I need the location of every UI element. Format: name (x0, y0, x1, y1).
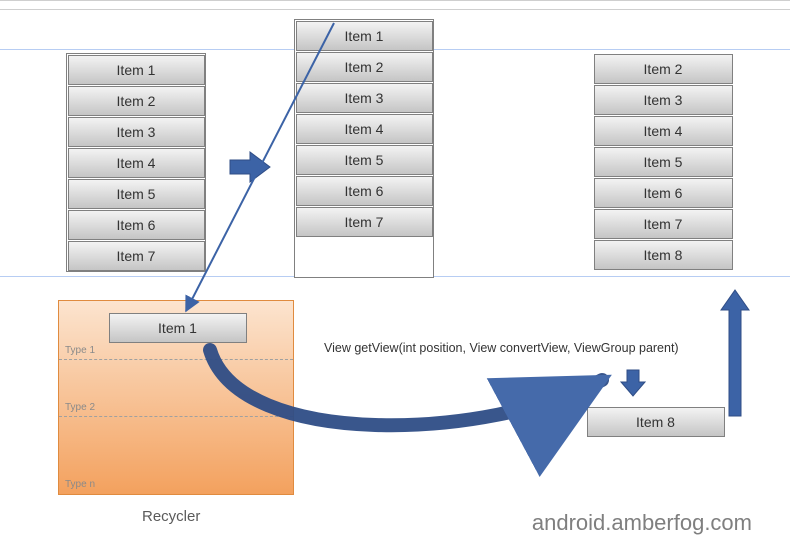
arrow-right-icon (228, 150, 272, 184)
new-item: Item 8 (587, 407, 725, 437)
list-after: Item 2 Item 3 Item 4 Item 5 Item 6 Item … (593, 53, 733, 270)
list-item: Item 1 (296, 21, 433, 51)
list-item: Item 6 (296, 176, 433, 206)
list-item: Item 4 (68, 148, 205, 178)
list-item: Item 3 (594, 85, 733, 115)
list-item: Item 6 (594, 178, 733, 208)
recycler-type-label: Type n (65, 479, 95, 490)
list-item: Item 8 (594, 240, 733, 270)
list-before: Item 1 Item 2 Item 3 Item 4 Item 5 Item … (66, 53, 206, 272)
list-item: Item 4 (594, 116, 733, 146)
recycler-divider (59, 359, 293, 360)
window-border-top (0, 0, 790, 1)
list-item: Item 2 (594, 54, 733, 84)
list-item: Item 2 (68, 86, 205, 116)
recycler-caption: Recycler (142, 508, 200, 525)
list-item: Item 2 (296, 52, 433, 82)
arrow-down-icon (620, 368, 646, 398)
list-scrolled: Item 1 Item 2 Item 3 Item 4 Item 5 Item … (294, 19, 434, 278)
list-item: Item 7 (594, 209, 733, 239)
list-item: Item 1 (68, 55, 205, 85)
list-item: Item 6 (68, 210, 205, 240)
list-item: Item 7 (296, 207, 433, 237)
recycler-type-label: Type 2 (65, 402, 95, 413)
recycler-type-label: Type 1 (65, 345, 95, 356)
list-item: Item 7 (68, 241, 205, 271)
recycler-divider (59, 416, 293, 417)
list-item: Item 5 (594, 147, 733, 177)
list-item: Item 3 (296, 83, 433, 113)
list-item: Item 5 (296, 145, 433, 175)
method-signature: View getView(int position, View convertV… (324, 341, 679, 355)
arrow-up-icon (720, 288, 750, 418)
list-item: Item 5 (68, 179, 205, 209)
list-item: Item 3 (68, 117, 205, 147)
list-item: Item 4 (296, 114, 433, 144)
window-border-inner (0, 9, 790, 10)
recycled-item: Item 1 (109, 313, 247, 343)
footer-brand: android.amberfog.com (532, 510, 752, 536)
